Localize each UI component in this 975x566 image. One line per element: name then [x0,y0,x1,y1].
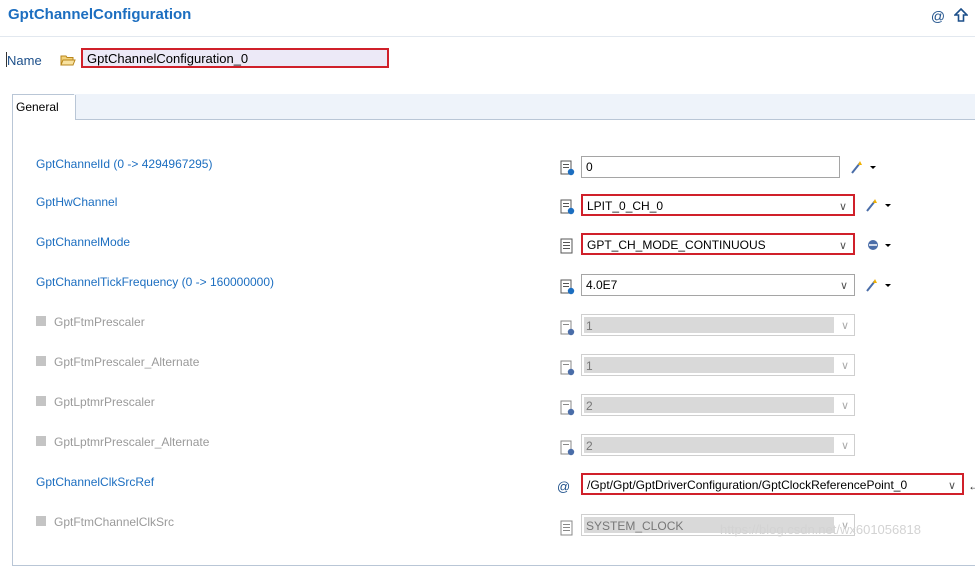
chevron-down-icon: ∨ [838,201,847,213]
chevron-down-icon: ∨ [840,320,849,332]
name-label: Name [7,53,42,68]
ftm-prescaler-alt-value: 1 [586,359,593,373]
ftm-prescaler-label: GptFtmPrescaler [54,315,145,329]
enable-checkbox[interactable] [36,516,46,526]
chevron-down-icon: ∨ [840,360,849,372]
channel-mode-label: GptChannelMode [36,235,131,249]
tab-general-label: General [16,100,59,114]
hw-channel-select[interactable]: LPIT_0_CH_0 ∨ [581,194,855,216]
enable-checkbox[interactable] [36,356,46,366]
ftm-clk-src-value: SYSTEM_CLOCK [586,519,684,533]
chevron-down-icon: ∨ [838,240,847,252]
lptmr-prescaler-select: 2 ∨ [581,394,855,416]
channel-mode-select[interactable]: GPT_CH_MODE_CONTINUOUS ∨ [581,233,855,255]
tick-frequency-label: GptChannelTickFrequency (0 -> 160000000) [36,275,275,289]
tick-frequency-value: 4.0E7 [586,278,618,292]
channel-id-label: GptChannelId (0 -> 4294967295) [36,157,213,171]
chevron-down-icon: ∨ [947,480,956,492]
calc-wand-icon[interactable] [850,159,876,175]
watermark: https://blog.csdn.net/wx601056818 [720,522,921,537]
hw-channel-label: GptHwChannel [36,195,118,209]
chevron-down-icon: ∨ [840,400,849,412]
reference-at-icon: @ [557,479,571,494]
enable-checkbox[interactable] [36,396,46,406]
field-type-icon [560,238,575,254]
ftm-prescaler-select: 1 ∨ [581,314,855,336]
at-icon[interactable]: @ [930,8,946,24]
lptmr-prescaler-alt-select: 2 ∨ [581,434,855,456]
ftm-prescaler-alt-select: 1 ∨ [581,354,855,376]
calc-wand-icon[interactable] [865,277,891,293]
field-type-icon [560,360,575,376]
lptmr-prescaler-label: GptLptmrPrescaler [54,395,155,409]
lptmr-prescaler-alt-label: GptLptmrPrescaler_Alternate [54,435,210,449]
channel-mode-value: GPT_CH_MODE_CONTINUOUS [587,238,766,252]
field-type-icon [560,440,575,456]
tab-strip [74,94,975,120]
lptmr-prescaler-value: 2 [586,399,593,413]
enable-checkbox[interactable] [36,316,46,326]
tick-frequency-select[interactable]: 4.0E7 ∨ [581,274,855,296]
header-divider [0,36,975,37]
field-type-icon [560,320,575,336]
calc-wand-icon[interactable] [865,197,891,213]
folder-open-icon [60,52,76,68]
page-title: GptChannelConfiguration [8,6,192,23]
hw-channel-value: LPIT_0_CH_0 [587,199,664,213]
chevron-down-icon: ∨ [839,280,848,292]
field-type-icon [560,199,575,215]
enable-checkbox[interactable] [36,436,46,446]
ftm-prescaler-alt-label: GptFtmPrescaler_Alternate [54,355,200,369]
channel-id-input[interactable]: 0 [581,156,840,178]
field-type-icon [560,279,575,295]
chevron-down-icon: ∨ [840,440,849,452]
field-type-icon [560,160,575,176]
tab-edge [74,95,75,120]
ftm-clk-src-label: GptFtmChannelClkSrc [54,515,175,529]
field-type-icon [560,520,575,536]
link-action-icon[interactable] [865,237,891,253]
ftm-prescaler-value: 1 [586,319,593,333]
clk-src-ref-value: /Gpt/Gpt/GptDriverConfiguration/GptClock… [587,478,908,492]
lptmr-prescaler-alt-value: 2 [586,439,593,453]
clk-src-ref-select[interactable]: /Gpt/Gpt/GptDriverConfiguration/GptClock… [581,473,964,495]
name-input[interactable]: GptChannelConfiguration_0 [81,48,389,68]
clk-src-ref-label: GptChannelClkSrcRef [36,475,155,489]
field-type-icon [560,400,575,416]
arrow-up-icon[interactable] [953,7,969,24]
overflow-arrow-icon[interactable]: ← [968,479,975,493]
